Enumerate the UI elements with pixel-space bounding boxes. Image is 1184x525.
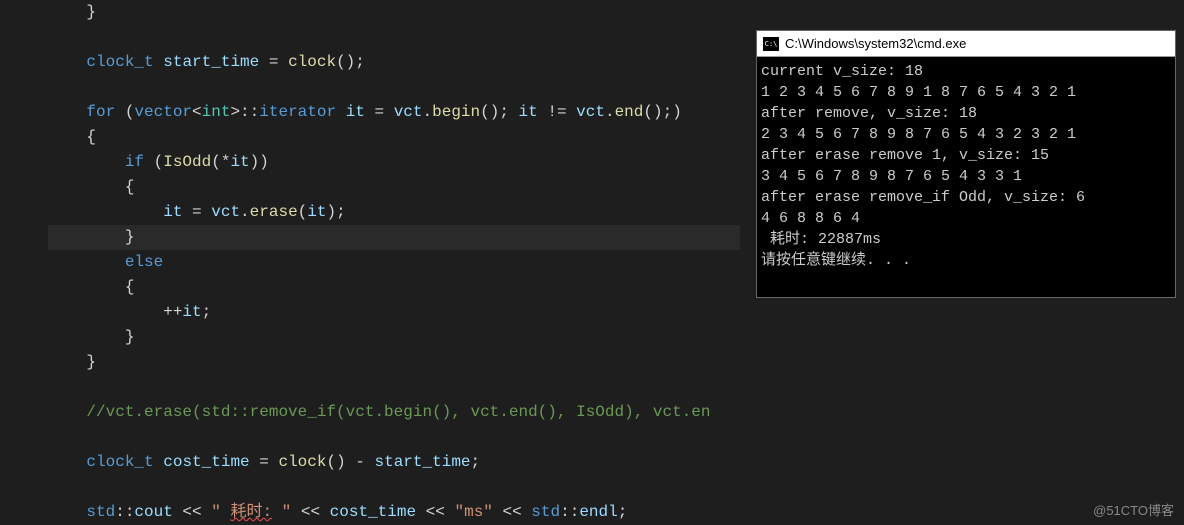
cmd-icon (763, 37, 779, 51)
code-line[interactable]: if (IsOdd(*it)) (48, 150, 740, 175)
code-line[interactable] (48, 475, 740, 500)
terminal-window: C:\Windows\system32\cmd.exe current v_si… (756, 30, 1176, 298)
code-line[interactable]: //vct.erase(std::remove_if(vct.begin(), … (48, 400, 740, 425)
terminal-title-text: C:\Windows\system32\cmd.exe (785, 36, 966, 51)
code-editor[interactable]: } clock_t start_time = clock(); for (vec… (0, 0, 740, 525)
code-line[interactable] (48, 25, 740, 50)
code-line[interactable]: clock_t start_time = clock(); (48, 50, 740, 75)
code-line[interactable] (48, 425, 740, 450)
code-line[interactable]: } (48, 325, 740, 350)
code-line[interactable]: { (48, 125, 740, 150)
code-line[interactable]: } (48, 225, 740, 250)
terminal-title-bar[interactable]: C:\Windows\system32\cmd.exe (757, 31, 1175, 57)
watermark-text: @51CTO博客 (1093, 500, 1174, 519)
code-line[interactable]: clock_t cost_time = clock() - start_time… (48, 450, 740, 475)
code-line[interactable]: ++it; (48, 300, 740, 325)
code-line[interactable] (48, 75, 740, 100)
code-line[interactable]: it = vct.erase(it); (48, 200, 740, 225)
code-line[interactable]: } (48, 350, 740, 375)
code-line[interactable] (48, 375, 740, 400)
code-line[interactable]: { (48, 275, 740, 300)
code-line[interactable]: } (48, 0, 740, 25)
terminal-output[interactable]: current v_size: 18 1 2 3 4 5 6 7 8 9 1 8… (757, 57, 1175, 297)
code-line[interactable]: std::cout << " 耗时: " << cost_time << "ms… (48, 500, 740, 525)
code-line[interactable]: for (vector<int>::iterator it = vct.begi… (48, 100, 740, 125)
code-line[interactable]: else (48, 250, 740, 275)
code-line[interactable]: { (48, 175, 740, 200)
